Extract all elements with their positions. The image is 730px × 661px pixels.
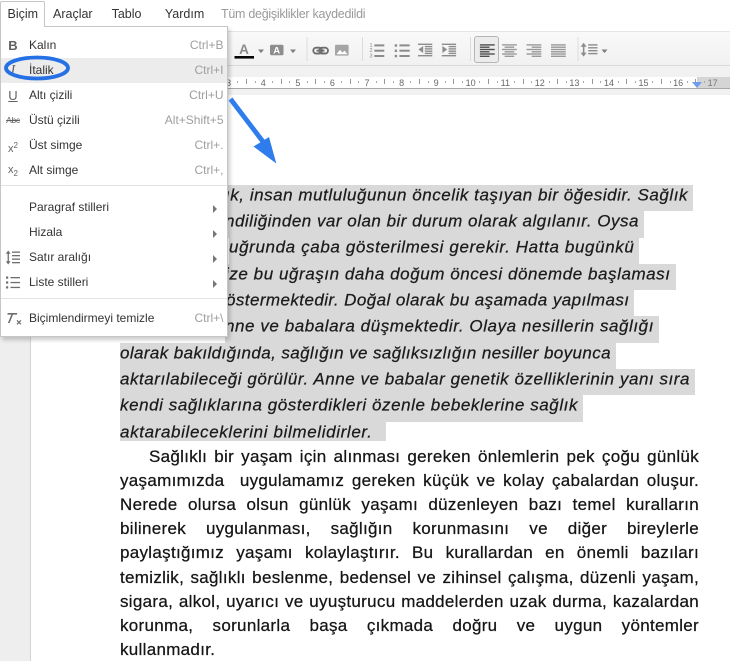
svg-text:A: A [273,45,280,56]
svg-text:3: 3 [369,53,372,59]
svg-text:A: A [239,42,249,57]
